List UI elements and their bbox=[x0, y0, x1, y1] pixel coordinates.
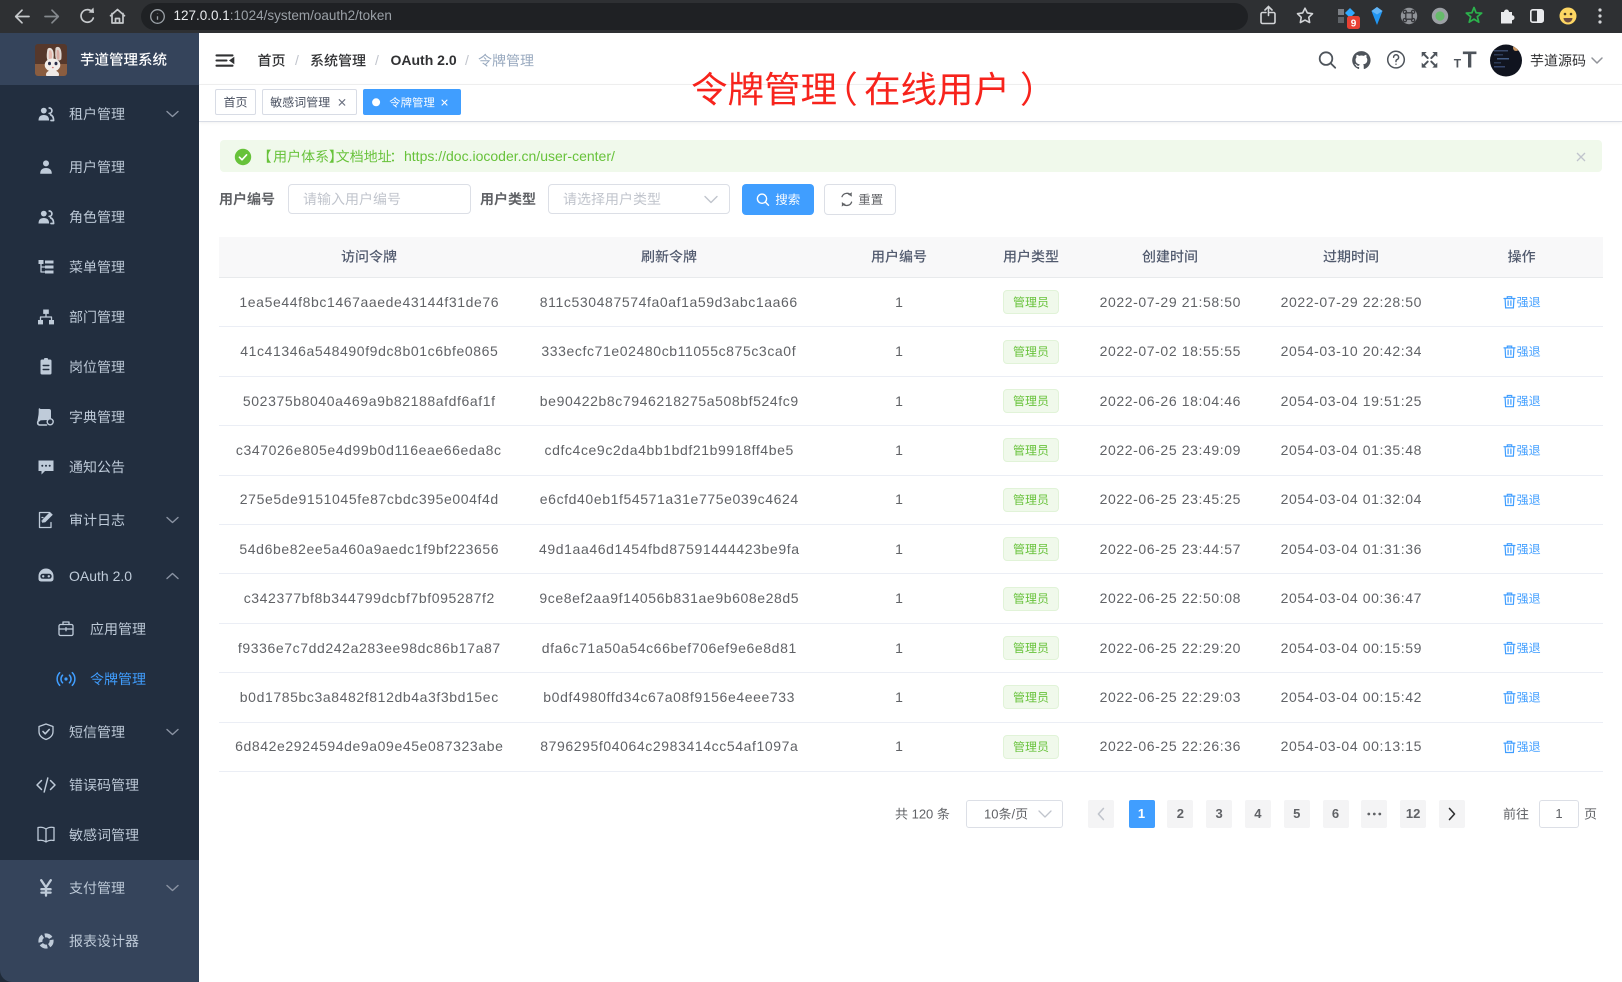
svg-text:120: 120 bbox=[912, 807, 934, 822]
